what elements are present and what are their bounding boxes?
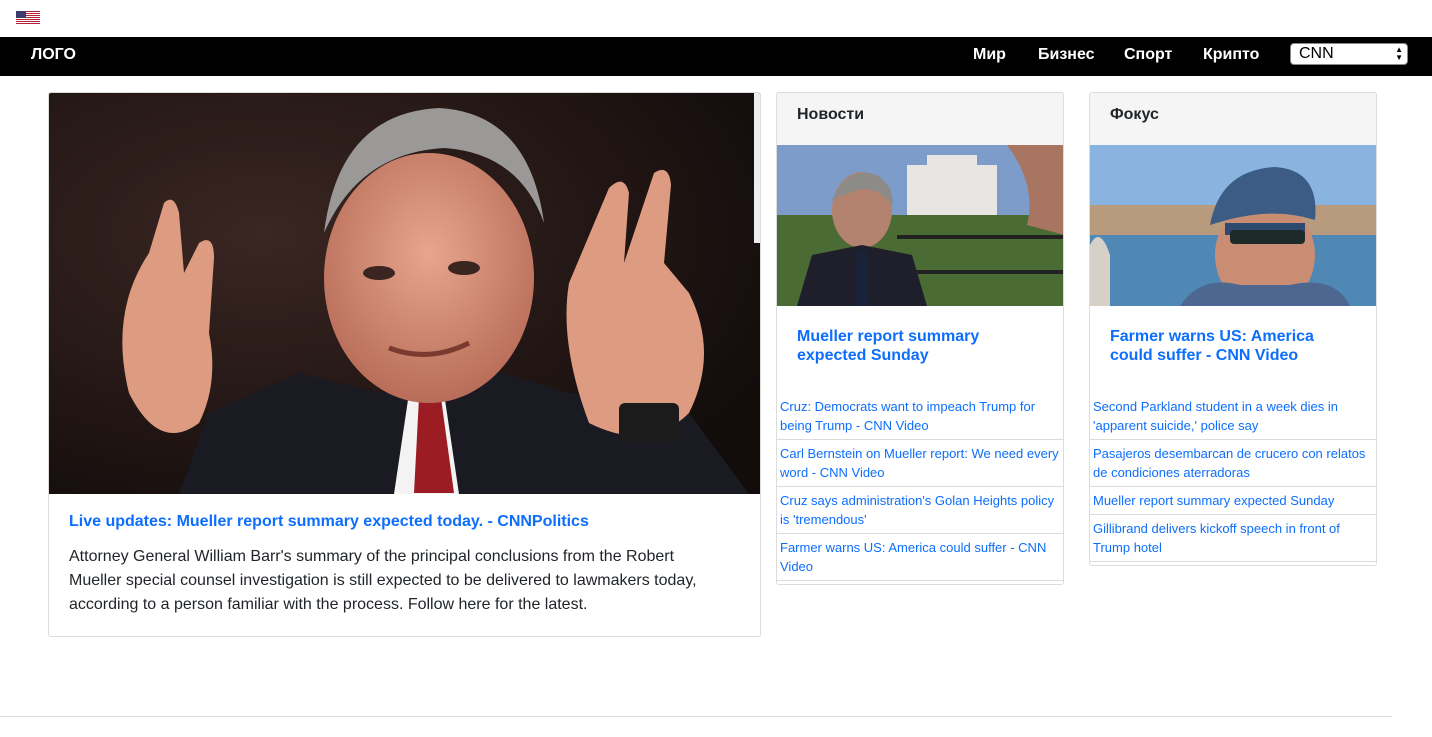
list-item[interactable]: Farmer warns US: America could suffer - … [777, 534, 1063, 581]
list-item[interactable]: Gillibrand delivers kickoff speech in fr… [1090, 515, 1376, 562]
footer-divider [0, 716, 1392, 717]
nav-link-world[interactable]: Мир [973, 46, 1006, 64]
source-select-value: CNN [1299, 45, 1334, 62]
list-item[interactable]: Mueller report summary expected Sunday [1090, 487, 1376, 515]
select-arrows-icon: ▲ ▼ [1395, 45, 1403, 62]
news-featured-title[interactable]: Mueller report summary expected Sunday [797, 327, 1047, 365]
nav-link-crypto[interactable]: Крипто [1203, 46, 1259, 64]
top-bar [0, 0, 1432, 37]
news-card-header-label: Новости [797, 106, 865, 123]
focus-list: Second Parkland student in a week dies i… [1090, 393, 1376, 562]
nav-link-sport[interactable]: Спорт [1124, 46, 1172, 64]
main-article-image[interactable] [49, 93, 761, 494]
main-article-description: Attorney General William Barr's summary … [69, 548, 697, 613]
news-list: Cruz: Democrats want to impeach Trump fo… [777, 393, 1063, 581]
list-item[interactable]: Second Parkland student in a week dies i… [1090, 393, 1376, 440]
list-item[interactable]: Carl Bernstein on Mueller report: We nee… [777, 440, 1063, 487]
focus-card-header: Фокус [1090, 93, 1376, 146]
list-item[interactable]: Cruz says administration's Golan Heights… [777, 487, 1063, 534]
us-flag-icon[interactable] [16, 11, 40, 24]
main-article-title[interactable]: Live updates: Mueller report summary exp… [69, 513, 589, 531]
focus-featured-title[interactable]: Farmer warns US: America could suffer - … [1110, 327, 1360, 365]
list-item[interactable]: Pasajeros desembarcan de crucero con rel… [1090, 440, 1376, 487]
news-image[interactable] [777, 145, 1064, 306]
focus-card: Фокус Farmer warns US: America could suf… [1089, 92, 1377, 566]
main-article-card: Live updates: Mueller report summary exp… [48, 92, 761, 637]
nav-link-business[interactable]: Бизнес [1038, 46, 1095, 64]
logo-link[interactable]: ЛОГО [31, 46, 76, 64]
navbar: ЛОГО Мир Бизнес Спорт Крипто CNN ▲ ▼ [0, 37, 1432, 76]
focus-image[interactable] [1090, 145, 1377, 306]
focus-card-header-label: Фокус [1110, 106, 1159, 123]
list-item[interactable]: Cruz: Democrats want to impeach Trump fo… [777, 393, 1063, 440]
source-select[interactable]: CNN ▲ ▼ [1290, 43, 1408, 65]
news-card: Новости Mueller report summary expected … [776, 92, 1064, 585]
news-card-header: Новости [777, 93, 1063, 146]
